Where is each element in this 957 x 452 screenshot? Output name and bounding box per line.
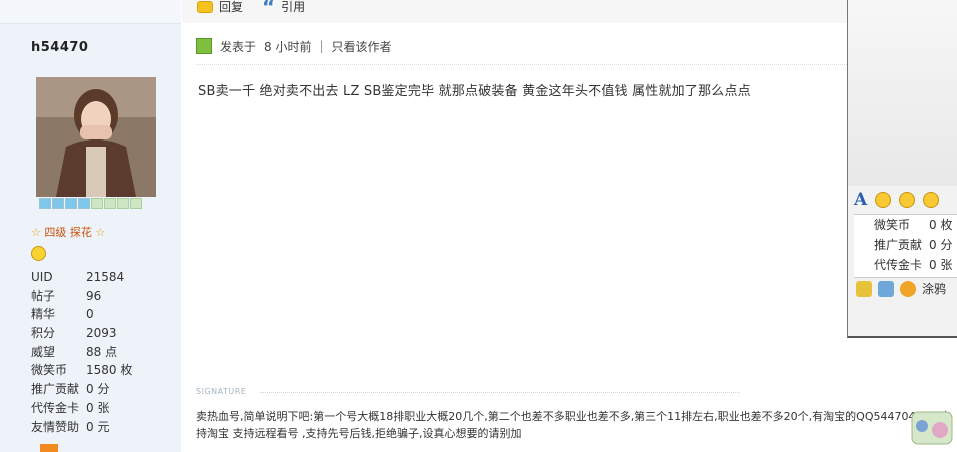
level-segment bbox=[130, 198, 142, 209]
post-time: 8 小时前 bbox=[264, 39, 312, 54]
emoticon-icon[interactable] bbox=[923, 192, 940, 208]
add-friend-icon[interactable] bbox=[856, 280, 872, 297]
sidebar-top-band bbox=[0, 0, 181, 24]
site-logo bbox=[911, 411, 953, 445]
only-author-link[interactable]: 只看该作者 bbox=[332, 38, 392, 55]
star-icon: ☆ bbox=[95, 226, 106, 239]
level-bar bbox=[39, 198, 142, 209]
post-content: SB卖一千 绝对卖不出去 LZ SB鉴定完毕 就那点破装备 黄金这年头不值钱 属… bbox=[198, 84, 751, 99]
stat-row: 友情赞助 0 元 bbox=[31, 419, 110, 434]
level-segment bbox=[65, 198, 77, 209]
star-icon: ☆ bbox=[31, 226, 41, 239]
panel-stat-row: 微笑币 0 枚 bbox=[874, 218, 953, 232]
user-stats: UID 21584 帖子 96 精华 0 积分 2093 威望 88 点 微笑币 1580 … bbox=[31, 268, 132, 436]
post-toolbar: 回复 “ 引用 bbox=[182, 0, 847, 23]
level-segment bbox=[78, 198, 90, 209]
posted-label: 发表于 bbox=[220, 39, 257, 54]
reply-button[interactable]: 回复 bbox=[197, 0, 243, 15]
signature-text: 卖热血号,简单说明下吧:第一个号大概18排职业大概20几个,第二个也差不多职业也… bbox=[196, 410, 951, 440]
level-segment bbox=[117, 198, 129, 209]
rank-label: 四级 探花 bbox=[44, 226, 92, 239]
panel-background bbox=[848, 0, 957, 186]
panel-toolbar: A bbox=[854, 190, 940, 210]
medal-icon bbox=[40, 444, 58, 452]
stat-row: 积分 2093 bbox=[31, 326, 117, 341]
quote-button[interactable]: “ 引用 bbox=[262, 0, 305, 19]
stat-row: 威望 88 点 bbox=[31, 344, 118, 359]
stat-row: UID 21584 bbox=[31, 270, 125, 284]
font-icon[interactable]: A bbox=[854, 190, 867, 210]
panel-stat-row: 推广贡献 0 分 bbox=[874, 238, 953, 252]
smiley-icon bbox=[31, 246, 46, 261]
save-icon[interactable] bbox=[878, 280, 894, 297]
emoticon-icon[interactable] bbox=[899, 192, 916, 208]
avatar-image bbox=[36, 77, 156, 197]
stat-row: 代传金卡 0 张 bbox=[31, 400, 110, 415]
smiley-icon[interactable] bbox=[875, 192, 892, 208]
avatar[interactable] bbox=[36, 77, 156, 197]
panel-bottom-bar: 涂鸦 bbox=[856, 280, 946, 297]
level-segment bbox=[39, 198, 51, 209]
username[interactable]: h54470 bbox=[31, 40, 88, 55]
meta-separator: | bbox=[319, 39, 324, 53]
user-rank: ☆ 四级 探花 ☆ bbox=[31, 224, 105, 240]
stat-row: 推广贡献 0 分 bbox=[31, 382, 110, 397]
post-status-icon bbox=[196, 38, 212, 54]
signature-divider bbox=[260, 392, 740, 393]
floating-user-panel[interactable]: A 微笑币 0 枚 推广贡献 0 分 代传金卡 0 张 涂鸦 bbox=[847, 0, 957, 338]
stat-row: 微笑币 1580 枚 bbox=[31, 363, 133, 378]
doodle-label[interactable]: 涂鸦 bbox=[922, 280, 946, 297]
user-sidebar: h54470 ☆ 四级 探花 ☆ UID 21584 帖子 96 精华 0 积分 209… bbox=[0, 0, 181, 452]
quote-icon: “ bbox=[262, 0, 276, 19]
divider bbox=[196, 64, 847, 65]
level-segment bbox=[91, 198, 103, 209]
reply-icon bbox=[197, 0, 213, 13]
level-segment bbox=[52, 198, 64, 209]
doodle-icon[interactable] bbox=[900, 280, 916, 297]
post-main: 回复 “ 引用 发表于 8 小时前 | 只看该作者 SB卖一千 绝对卖不出去 L… bbox=[182, 0, 951, 452]
stat-row: 精华 0 bbox=[31, 307, 94, 322]
post-meta: 发表于 8 小时前 | 只看该作者 bbox=[182, 35, 847, 57]
level-segment bbox=[104, 198, 116, 209]
stat-row: 帖子 96 bbox=[31, 288, 102, 303]
signature-label: SIGNATURE bbox=[196, 387, 247, 396]
panel-stat-row: 代传金卡 0 张 bbox=[874, 258, 953, 272]
panel-stats: 微笑币 0 枚 推广贡献 0 分 代传金卡 0 张 bbox=[854, 214, 957, 278]
